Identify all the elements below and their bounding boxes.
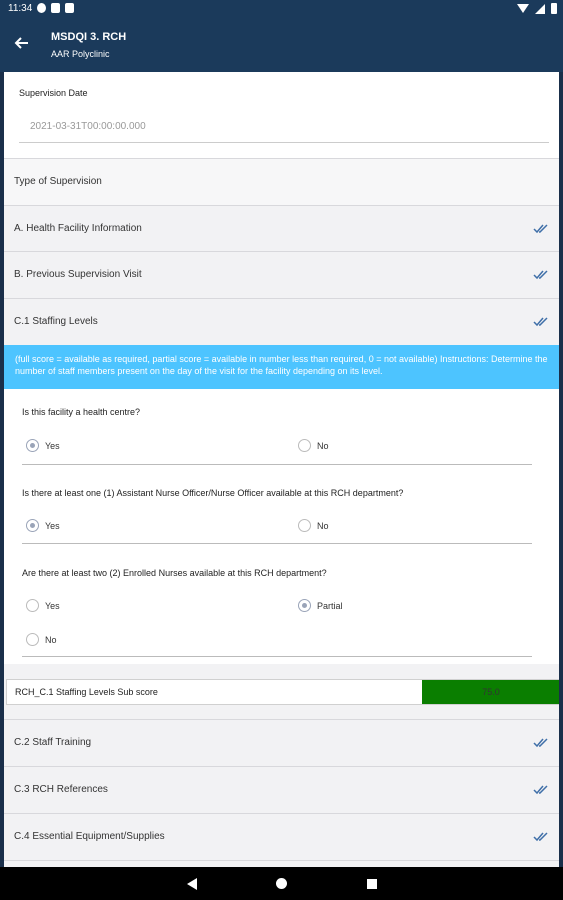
section-essential-equipment[interactable]: C.4 Essential Equipment/Supplies <box>4 814 559 860</box>
radio-circle <box>26 439 39 452</box>
question-underline <box>22 464 532 465</box>
radio-circle <box>298 599 311 612</box>
divider <box>4 860 559 861</box>
status-bar: 11:34 <box>0 0 563 18</box>
double-check-icon <box>533 224 548 234</box>
question-nurse-officer: Is there at least one (1) Assistant Nurs… <box>4 466 559 546</box>
radio-circle <box>298 519 311 532</box>
radio-label: No <box>317 520 329 531</box>
supervision-date-value[interactable]: 2021-03-31T00:00:00.000 <box>30 121 146 132</box>
supervision-date-label: Supervision Date <box>19 88 88 98</box>
section-previous-supervision[interactable]: B. Previous Supervision Visit <box>4 252 559 298</box>
radio-label: Yes <box>45 520 60 531</box>
back-button[interactable] <box>10 32 32 54</box>
double-check-icon <box>533 738 548 748</box>
question-underline <box>22 543 532 544</box>
question-text: Is this facility a health centre? <box>22 407 141 417</box>
section-label: C.4 Essential Equipment/Supplies <box>14 831 165 842</box>
subscore-value: 75.0 <box>422 680 559 704</box>
radio-yes[interactable]: Yes <box>26 439 60 452</box>
section-label: C.1 Staffing Levels <box>14 316 98 327</box>
gmail-icon <box>37 3 46 13</box>
battery-icon <box>551 3 557 14</box>
section-label: A. Health Facility Information <box>14 223 142 234</box>
question-underline <box>22 656 532 657</box>
question-text: Is there at least one (1) Assistant Nurs… <box>22 488 404 498</box>
question-text: Are there at least two (2) Enrolled Nurs… <box>22 568 327 578</box>
section-rch-references[interactable]: C.3 RCH References <box>4 767 559 813</box>
section-label: C.3 RCH References <box>14 784 108 795</box>
app-bar: MSDQI 3. RCH AAR Polyclinic <box>0 18 563 72</box>
section-health-facility-info[interactable]: A. Health Facility Information <box>4 206 559 252</box>
radio-no[interactable]: No <box>298 519 329 532</box>
question-enrolled-nurses: Are there at least two (2) Enrolled Nurs… <box>4 546 559 664</box>
radio-circle <box>26 519 39 532</box>
page-subtitle: AAR Polyclinic <box>51 49 110 59</box>
radio-circle <box>298 439 311 452</box>
section-label: B. Previous Supervision Visit <box>14 269 142 280</box>
radio-circle <box>26 599 39 612</box>
signal-icon <box>535 3 545 14</box>
section-label: C.2 Staff Training <box>14 737 92 748</box>
app-icon <box>51 3 60 13</box>
radio-no[interactable]: No <box>298 439 329 452</box>
subscore-row: RCH_C.1 Staffing Levels Sub score 75.0 <box>6 679 559 705</box>
date-underline <box>19 142 549 143</box>
radio-yes[interactable]: Yes <box>26 599 60 612</box>
status-time: 11:34 <box>8 3 33 14</box>
nav-back-icon[interactable] <box>187 878 197 890</box>
type-of-supervision-label: Type of Supervision <box>14 176 102 187</box>
type-of-supervision-row[interactable]: Type of Supervision <box>4 159 559 205</box>
radio-yes[interactable]: Yes <box>26 519 60 532</box>
system-nav-bar <box>0 867 563 900</box>
double-check-icon <box>533 317 548 327</box>
nav-recent-icon[interactable] <box>367 879 377 889</box>
arrow-left-icon <box>14 37 28 49</box>
radio-label: Yes <box>45 600 60 611</box>
sd-card-icon <box>65 3 74 13</box>
double-check-icon <box>533 785 548 795</box>
radio-label: No <box>45 634 57 645</box>
instructions-banner: (full score = available as required, par… <box>4 345 559 389</box>
double-check-icon <box>533 270 548 280</box>
radio-label: No <box>317 440 329 451</box>
form-content[interactable]: Supervision Date 2021-03-31T00:00:00.000… <box>4 72 559 867</box>
radio-circle <box>26 633 39 646</box>
subscore-label: RCH_C.1 Staffing Levels Sub score <box>15 687 158 697</box>
section-staff-training[interactable]: C.2 Staff Training <box>4 720 559 766</box>
radio-label: Yes <box>45 440 60 451</box>
radio-label: Partial <box>317 600 343 611</box>
double-check-icon <box>533 832 548 842</box>
question-health-centre: Is this facility a health centre? Yes No <box>4 389 559 466</box>
supervision-date-field[interactable]: Supervision Date 2021-03-31T00:00:00.000 <box>4 72 559 158</box>
nav-home-icon[interactable] <box>276 878 287 889</box>
wifi-icon <box>517 4 529 13</box>
section-staffing-levels[interactable]: C.1 Staffing Levels <box>4 299 559 345</box>
page-title: MSDQI 3. RCH <box>51 31 127 43</box>
radio-no[interactable]: No <box>26 633 57 646</box>
radio-partial[interactable]: Partial <box>298 599 343 612</box>
